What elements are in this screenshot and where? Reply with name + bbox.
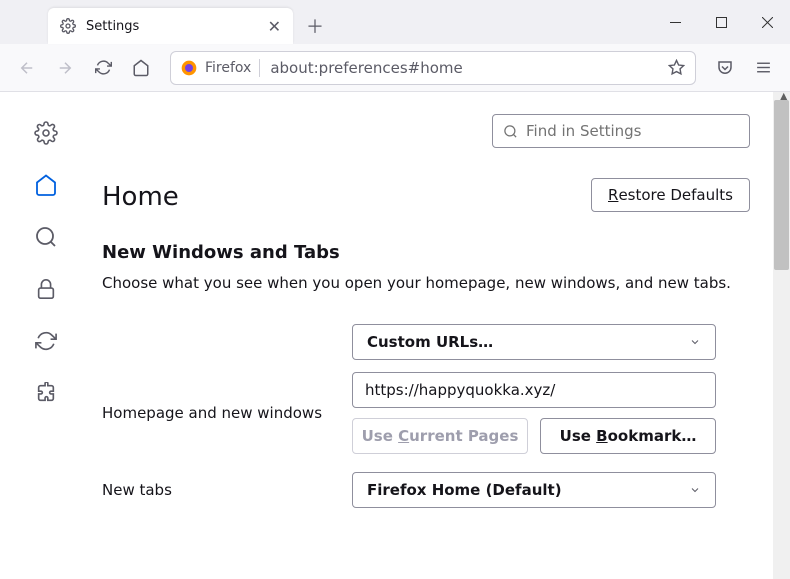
sidebar-item-extensions[interactable] bbox=[31, 378, 61, 408]
separator bbox=[259, 59, 260, 77]
title-bar: Settings ✕ ＋ bbox=[0, 0, 790, 44]
use-current-pages-button[interactable]: Use Current Pages bbox=[352, 418, 528, 454]
minimize-button[interactable] bbox=[652, 0, 698, 44]
site-identity: Firefox bbox=[181, 59, 260, 77]
firefox-icon bbox=[181, 60, 197, 76]
reload-button[interactable] bbox=[86, 51, 120, 85]
section-description: Choose what you see when you open your h… bbox=[102, 273, 750, 294]
home-button[interactable] bbox=[124, 51, 158, 85]
close-window-button[interactable] bbox=[744, 0, 790, 44]
vertical-scrollbar[interactable]: ▲ bbox=[773, 92, 790, 579]
sidebar-item-privacy[interactable] bbox=[31, 274, 61, 304]
window-controls bbox=[652, 0, 790, 44]
back-button[interactable] bbox=[10, 51, 44, 85]
section-title: New Windows and Tabs bbox=[102, 242, 750, 263]
sidebar-item-sync[interactable] bbox=[31, 326, 61, 356]
page-title: Home bbox=[102, 182, 179, 212]
navigation-toolbar: Firefox about:preferences#home bbox=[0, 44, 790, 92]
browser-tab[interactable]: Settings ✕ bbox=[48, 8, 293, 44]
select-value: Custom URLs… bbox=[367, 333, 493, 351]
homepage-mode-select[interactable]: Custom URLs… bbox=[352, 324, 716, 360]
sidebar-item-home[interactable] bbox=[31, 170, 61, 200]
search-placeholder: Find in Settings bbox=[526, 122, 641, 140]
url-text: about:preferences#home bbox=[270, 59, 462, 77]
scrollbar-thumb[interactable] bbox=[774, 100, 789, 270]
use-bookmark-button[interactable]: Use Bookmark… bbox=[540, 418, 716, 454]
settings-sidebar bbox=[0, 92, 92, 579]
homepage-label: Homepage and new windows bbox=[102, 404, 352, 422]
settings-main: Find in Settings Home Restore Defaults N… bbox=[92, 92, 790, 579]
chevron-down-icon bbox=[689, 484, 701, 496]
content-area: Find in Settings Home Restore Defaults N… bbox=[0, 92, 790, 579]
url-bar[interactable]: Firefox about:preferences#home bbox=[170, 51, 696, 85]
pocket-button[interactable] bbox=[708, 51, 742, 85]
forward-button[interactable] bbox=[48, 51, 82, 85]
tab-title: Settings bbox=[86, 19, 139, 34]
sidebar-item-search[interactable] bbox=[31, 222, 61, 252]
identity-label: Firefox bbox=[205, 60, 251, 76]
gear-icon bbox=[60, 18, 76, 34]
select-value: Firefox Home (Default) bbox=[367, 481, 562, 499]
search-icon bbox=[503, 124, 518, 139]
sidebar-item-general[interactable] bbox=[31, 118, 61, 148]
newtabs-label: New tabs bbox=[102, 481, 352, 499]
new-tab-button[interactable]: ＋ bbox=[299, 10, 331, 42]
chevron-down-icon bbox=[689, 336, 701, 348]
find-in-settings[interactable]: Find in Settings bbox=[492, 114, 750, 148]
app-menu-button[interactable] bbox=[746, 51, 780, 85]
newtabs-mode-select[interactable]: Firefox Home (Default) bbox=[352, 472, 716, 508]
maximize-button[interactable] bbox=[698, 0, 744, 44]
bookmark-star-icon[interactable] bbox=[668, 59, 685, 76]
homepage-url-input[interactable] bbox=[352, 372, 716, 408]
restore-defaults-button[interactable]: Restore Defaults bbox=[591, 178, 750, 212]
close-icon[interactable]: ✕ bbox=[268, 17, 281, 36]
